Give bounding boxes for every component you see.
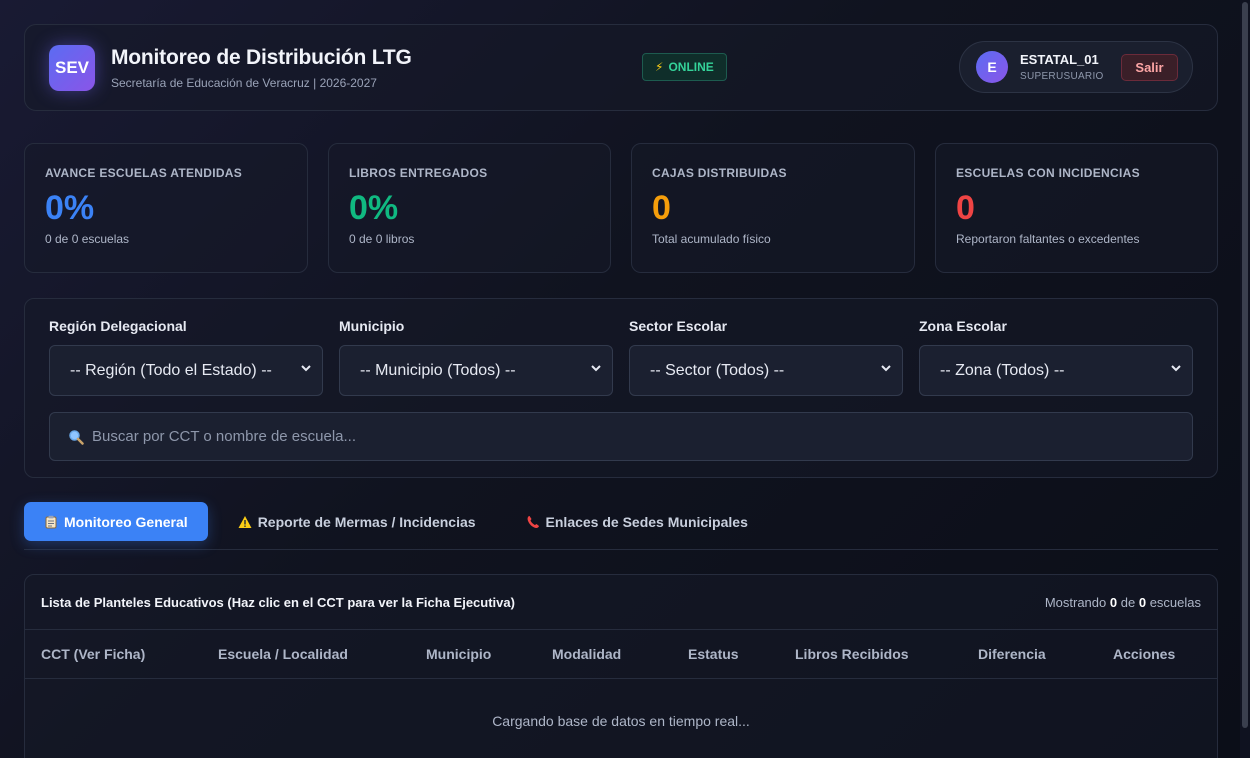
user-name: ESTATAL_01 [1020,52,1099,67]
stat-label: LIBROS ENTREGADOS [349,166,488,180]
tab-label: Reporte de Mermas / Incidencias [257,513,476,530]
col-acciones: Acciones [1113,646,1176,662]
chevron-down-icon [1171,365,1181,372]
count-suffix: escuelas [1149,594,1201,610]
region-select-value: -- Región (Todo el Estado) -- [70,361,272,379]
status-text: ONLINE [668,60,714,74]
search-box [49,412,1193,461]
online-status-badge: ⚡ ONLINE [642,53,727,81]
zona-label: Zona Escolar [919,318,1007,334]
chevron-down-icon [881,365,891,372]
region-select[interactable]: -- Región (Todo el Estado) -- [49,345,323,396]
region-label: Región Delegacional [49,318,187,334]
stat-label: AVANCE ESCUELAS ATENDIDAS [45,166,243,180]
bolt-icon: ⚡ [655,60,664,74]
stat-desc: Reportaron faltantes o excedentes [956,232,1140,246]
tab-label: Monitoreo General [64,513,188,530]
municipio-select[interactable]: -- Municipio (Todos) -- [339,345,613,396]
stat-value: 0 [956,189,975,227]
tab-bar: Monitoreo General Reporte de Mermas / In… [24,502,1218,550]
logout-button[interactable]: Salir [1121,53,1178,81]
stat-card-incidencias: ESCUELAS CON INCIDENCIAS 0 Reportaron fa… [935,143,1218,273]
col-municipio[interactable]: Municipio [426,646,491,662]
table-count: Mostrando 0 de 0 escuelas [1045,595,1201,610]
tab-reporte-mermas[interactable]: Reporte de Mermas / Incidencias [218,502,496,541]
sev-logo: SEV [49,44,95,91]
count-shown: 0 [1109,594,1118,610]
municipio-select-value: -- Municipio (Todos) -- [360,361,516,379]
search-input[interactable] [92,428,1172,445]
col-diferencia[interactable]: Diferencia [978,646,1046,662]
chevron-down-icon [301,365,311,372]
search-icon [69,429,84,445]
stat-card-libros: LIBROS ENTREGADOS 0% 0 de 0 libros [328,143,611,273]
col-estatus[interactable]: Estatus [688,646,739,662]
stat-value: 0 [652,189,671,227]
stat-value: 0% [45,189,95,227]
tab-label: Enlaces de Sedes Municipales [545,513,748,530]
sector-select[interactable]: -- Sector (Todos) -- [629,345,903,396]
clipboard-icon [45,515,57,528]
avatar: E [976,51,1008,83]
sector-label: Sector Escolar [629,318,728,334]
schools-table-card: Lista de Planteles Educativos (Haz clic … [24,574,1218,758]
chevron-down-icon [591,365,601,372]
stat-desc: 0 de 0 libros [349,232,415,246]
page-scrollbar[interactable] [1240,0,1250,758]
stat-card-cajas: CAJAS DISTRIBUIDAS 0 Total acumulado fís… [631,143,915,273]
stats-row: AVANCE ESCUELAS ATENDIDAS 0% 0 de 0 escu… [24,143,1218,273]
col-cct[interactable]: CCT (Ver Ficha) [41,646,145,662]
stat-value: 0% [349,189,399,227]
col-escuela[interactable]: Escuela / Localidad [218,646,348,662]
user-role: SUPERUSUARIO [1020,71,1104,82]
warning-icon [238,515,252,528]
page-title: Monitoreo de Distribución LTG [111,45,412,69]
table-title: Lista de Planteles Educativos (Haz clic … [41,594,515,610]
phone-icon [527,515,539,528]
stat-label: ESCUELAS CON INCIDENCIAS [956,166,1140,180]
count-total: 0 [1138,594,1147,610]
stat-label: CAJAS DISTRIBUIDAS [652,166,787,180]
stat-desc: Total acumulado físico [652,232,771,246]
zona-select[interactable]: -- Zona (Todos) -- [919,345,1193,396]
sector-select-value: -- Sector (Todos) -- [650,361,785,379]
stat-card-avance: AVANCE ESCUELAS ATENDIDAS 0% 0 de 0 escu… [24,143,308,273]
table-header-row: CCT (Ver Ficha) Escuela / Localidad Muni… [25,630,1217,679]
col-libros[interactable]: Libros Recibidos [795,646,909,662]
loading-message: Cargando base de datos en tiempo real... [492,713,750,729]
app-header: SEV Monitoreo de Distribución LTG Secret… [24,24,1218,111]
municipio-label: Municipio [339,318,405,334]
user-menu: E ESTATAL_01 SUPERUSUARIO Salir [959,41,1193,93]
stat-desc: 0 de 0 escuelas [45,232,130,246]
count-mid: de [1120,594,1136,610]
scrollbar-thumb[interactable] [1242,2,1248,728]
count-prefix: Mostrando [1044,594,1107,610]
page-subtitle: Secretaría de Educación de Veracruz | 20… [111,75,377,90]
tab-enlaces-sedes[interactable]: Enlaces de Sedes Municipales [506,502,768,541]
filters-panel: Región Delegacional -- Región (Todo el E… [24,298,1218,478]
tab-monitoreo-general[interactable]: Monitoreo General [24,502,208,541]
zona-select-value: -- Zona (Todos) -- [940,361,1065,379]
col-modalidad[interactable]: Modalidad [552,646,621,662]
